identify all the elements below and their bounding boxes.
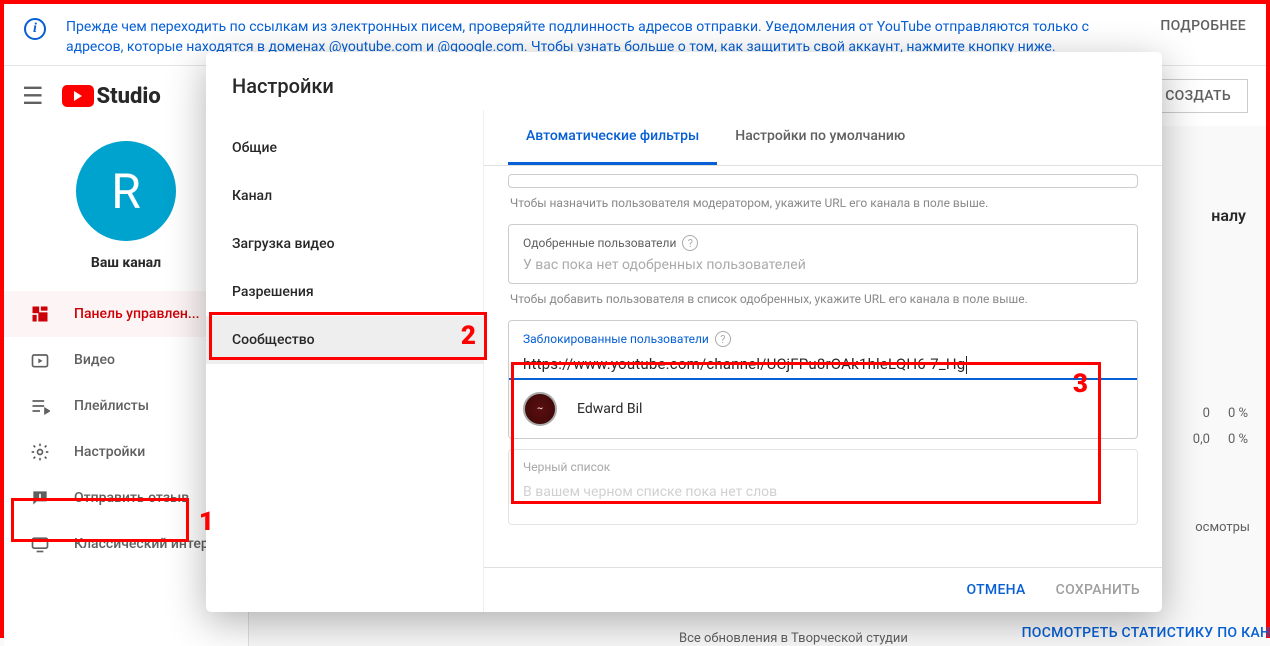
- approved-label: Одобренные пользователи: [523, 236, 676, 250]
- stat-pct: 0 %: [1228, 432, 1248, 447]
- dialog-tabs: Автоматические фильтры Настройки по умол…: [484, 110, 1162, 166]
- save-button[interactable]: СОХРАНИТЬ: [1056, 582, 1140, 598]
- suggestion-avatar: ~: [523, 392, 557, 426]
- play-icon: [62, 85, 94, 107]
- stat-value: 0: [1203, 406, 1210, 421]
- create-button[interactable]: СОЗДАТЬ: [1148, 79, 1248, 113]
- suggestion-name: Edward Bil: [577, 401, 642, 417]
- sidebar-label: Плейлисты: [74, 398, 149, 414]
- blacklist-field[interactable]: Черный список В вашем черном списке пока…: [508, 449, 1138, 525]
- blocked-label: Заблокированные пользователи: [523, 332, 709, 346]
- help-icon[interactable]: ?: [715, 331, 731, 347]
- dialog-nav: Общие Канал Загрузка видео Разрешения Со…: [206, 110, 484, 612]
- sidebar-label: Отправить отзыв: [74, 490, 189, 506]
- sidebar-label: Классический интер...: [74, 536, 220, 552]
- banner-more-link[interactable]: ПОДРОБНЕЕ: [1160, 18, 1246, 34]
- dialog-nav-channel[interactable]: Канал: [206, 172, 483, 220]
- stat-pct: 0 %: [1228, 406, 1248, 421]
- user-suggestion[interactable]: ~ Edward Bil: [509, 380, 1137, 438]
- news-snippet: Все обновления в Творческой студии: [679, 631, 908, 646]
- moderators-field[interactable]: [508, 174, 1138, 188]
- channel-name-label: Ваш канал: [91, 255, 161, 271]
- moderator-help-text: Чтобы назначить пользователя модератором…: [510, 196, 1136, 210]
- approved-users-field[interactable]: Одобренные пользователи ? У вас пока нет…: [508, 224, 1138, 284]
- playlists-icon: [28, 396, 52, 416]
- help-icon[interactable]: ?: [682, 235, 698, 251]
- dialog-footer: ОТМЕНА СОХРАНИТЬ: [484, 567, 1162, 612]
- analytics-peek-title: налу: [1211, 206, 1246, 225]
- sidebar-label: Панель управлен...: [74, 306, 200, 322]
- sidebar-label: Видео: [74, 352, 115, 368]
- dialog-nav-upload[interactable]: Загрузка видео: [206, 220, 483, 268]
- dialog-nav-community[interactable]: Сообщество: [206, 316, 483, 364]
- tab-auto-filters[interactable]: Автоматические фильтры: [508, 110, 717, 165]
- dialog-title: Настройки: [206, 52, 1162, 110]
- dialog-nav-permissions[interactable]: Разрешения: [206, 268, 483, 316]
- blacklist-label: Черный список: [523, 460, 1123, 474]
- tab-defaults[interactable]: Настройки по умолчанию: [717, 110, 923, 165]
- info-icon: i: [24, 18, 46, 40]
- youtube-studio-logo[interactable]: Studio: [62, 84, 161, 109]
- gear-icon: [28, 442, 52, 462]
- channel-avatar[interactable]: R: [76, 141, 176, 241]
- stat-value: 0,0: [1193, 432, 1210, 447]
- videos-icon: [28, 350, 52, 370]
- blocked-input[interactable]: https://www.youtube.com/channel/UCjFPu8r…: [509, 351, 1137, 380]
- dashboard-icon: [28, 304, 52, 324]
- cancel-button[interactable]: ОТМЕНА: [966, 582, 1025, 598]
- feedback-icon: [28, 488, 52, 508]
- blacklist-placeholder: В вашем черном списке пока нет слов: [523, 484, 1123, 500]
- see-stats-link[interactable]: ПОСМОТРЕТЬ СТАТИСТИКУ ПО КАНА: [1022, 625, 1270, 641]
- sidebar-label: Настройки: [74, 444, 145, 460]
- blocked-users-field: Заблокированные пользователи ? https://w…: [508, 320, 1138, 439]
- approved-help-text: Чтобы добавить пользователя в список одо…: [510, 292, 1136, 306]
- settings-dialog: Настройки Общие Канал Загрузка видео Раз…: [206, 52, 1162, 612]
- dialog-nav-general[interactable]: Общие: [206, 124, 483, 172]
- approved-placeholder: У вас пока нет одобренных пользователей: [523, 257, 1123, 273]
- classic-icon: [28, 534, 52, 554]
- hamburger-icon[interactable]: ☰: [22, 82, 44, 110]
- views-label: осмотры: [1195, 520, 1250, 535]
- logo-text: Studio: [97, 84, 161, 109]
